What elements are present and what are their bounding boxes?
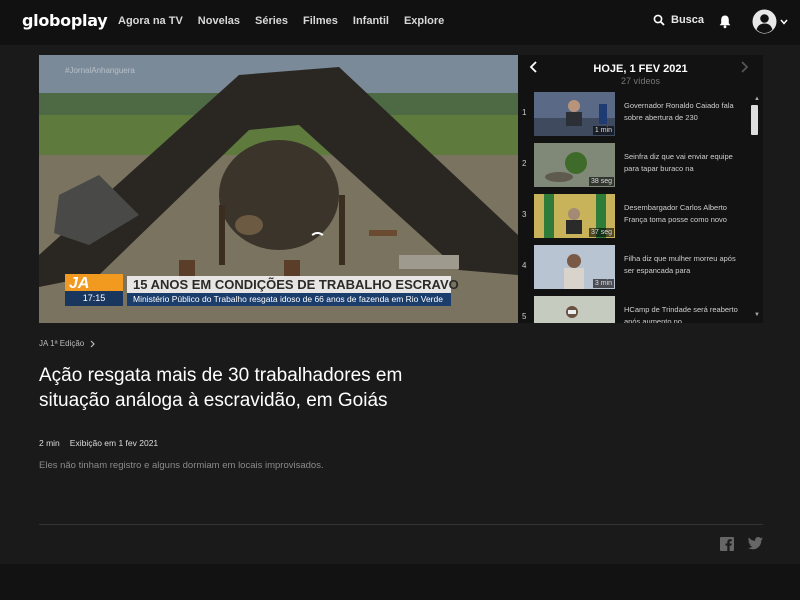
main-nav: Agora na TV Novelas Séries Filmes Infant… (118, 15, 444, 27)
video-description: Eles não tinham registro e alguns dormia… (39, 460, 324, 471)
chevron-right-icon (90, 340, 96, 347)
playlist-scrollbar-thumb[interactable] (751, 105, 758, 135)
search-icon (653, 14, 665, 26)
nav-item-filmes[interactable]: Filmes (303, 15, 338, 27)
chevron-right-icon[interactable] (740, 61, 749, 76)
nav-item-infantil[interactable]: Infantil (353, 15, 389, 27)
chevron-down-icon (780, 19, 788, 25)
video-thumbnail[interactable]: 38 seg (534, 143, 615, 187)
playlist-item-number: 1 (522, 108, 527, 117)
share-buttons (720, 537, 763, 551)
loading-spinner-icon (309, 232, 326, 249)
scroll-up-arrow-icon[interactable]: ▲ (754, 96, 760, 102)
playlist-item-number: 5 (522, 312, 527, 321)
video-duration: 3 min (592, 279, 614, 288)
playlist-item-title[interactable]: Desembargador Carlos Alberto França toma… (624, 202, 742, 228)
bell-icon (719, 15, 731, 29)
video-duration: 38 seg (588, 177, 614, 186)
video-aired-date: Exibição em 1 fev 2021 (69, 438, 159, 448)
lower-third-subline: Ministério Público do Trabalho resgata i… (127, 293, 451, 306)
video-meta: 2 min Exibição em 1 fev 2021 (39, 438, 158, 448)
program-link[interactable]: JA 1ª Edição (39, 339, 96, 348)
globoplay-logo[interactable]: globoplay (22, 11, 108, 30)
playlist-item-title[interactable]: Filha diz que mulher morreu após ser esp… (624, 253, 742, 279)
video-duration-label: 2 min (39, 438, 60, 448)
nav-item-agora-na-tv[interactable]: Agora na TV (118, 15, 183, 27)
playlist-date: HOJE, 1 FEV 2021 (593, 63, 688, 75)
playlist-item[interactable]: 5 HCamp de Trindade será reaberto após a… (518, 296, 748, 323)
playlist-item[interactable]: 2 38 seg Seinfra diz que vai enviar equi… (518, 143, 748, 193)
video-thumbnail[interactable] (534, 296, 615, 323)
divider (39, 524, 763, 525)
scroll-down-arrow-icon[interactable]: ▼ (754, 312, 760, 318)
video-watermark: #JornalAnhanguera (65, 66, 135, 75)
ja-program-logo: JA 17:15 (65, 274, 123, 306)
video-thumbnail[interactable]: 3 min (534, 245, 615, 289)
video-thumbnail[interactable]: 1 min (534, 92, 615, 136)
playlist-header: HOJE, 1 FEV 2021 27 vídeos (518, 55, 763, 90)
notifications-button[interactable] (718, 14, 732, 34)
program-name: JA 1ª Edição (39, 339, 85, 348)
playlist-count: 27 vídeos (620, 76, 661, 86)
search-button[interactable]: Busca (653, 14, 704, 26)
twitter-icon[interactable] (748, 537, 763, 550)
playlist-item-number: 4 (522, 261, 527, 270)
avatar-icon (752, 9, 777, 34)
video-duration: 1 min (592, 126, 614, 135)
video-title: Ação resgata mais de 30 trabalhadores em… (39, 365, 403, 411)
playlist-item-title[interactable]: Seinfra diz que vai enviar equipe para t… (624, 151, 742, 177)
video-player[interactable]: #JornalAnhanguera JA 17:15 15 ANOS EM CO… (39, 55, 518, 323)
broadcast-time: 17:15 (65, 291, 123, 306)
thumbnail-image (534, 296, 615, 323)
video-duration: 37 seg (588, 228, 614, 237)
playlist-item-title[interactable]: Governador Ronaldo Caiado fala sobre abe… (624, 100, 742, 126)
nav-item-explore[interactable]: Explore (404, 15, 444, 27)
facebook-icon[interactable] (720, 537, 734, 551)
footer (0, 564, 800, 600)
lower-third-headline: 15 ANOS EM CONDIÇÕES DE TRABALHO ESCRAVO (127, 276, 459, 293)
playlist-item[interactable]: 4 3 min Filha diz que mulher morreu após… (518, 245, 748, 295)
playlist-panel: HOJE, 1 FEV 2021 27 vídeos 1 1 min Gover… (518, 55, 763, 323)
nav-item-novelas[interactable]: Novelas (198, 15, 240, 27)
video-thumbnail[interactable]: 37 seg (534, 194, 615, 238)
playlist-item[interactable]: 1 1 min Governador Ronaldo Caiado fala s… (518, 92, 748, 142)
playlist-item-number: 3 (522, 210, 527, 219)
playlist-item[interactable]: 3 37 seg Desembargador Carlos Alberto Fr… (518, 194, 748, 244)
top-navigation-bar: globoplay Agora na TV Novelas Séries Fil… (0, 0, 800, 45)
playlist-item-title[interactable]: HCamp de Trindade será reaberto após aum… (624, 304, 742, 323)
profile-menu-button[interactable] (752, 9, 788, 34)
nav-item-series[interactable]: Séries (255, 15, 288, 27)
playlist-item-number: 2 (522, 159, 527, 168)
search-label: Busca (671, 14, 705, 26)
